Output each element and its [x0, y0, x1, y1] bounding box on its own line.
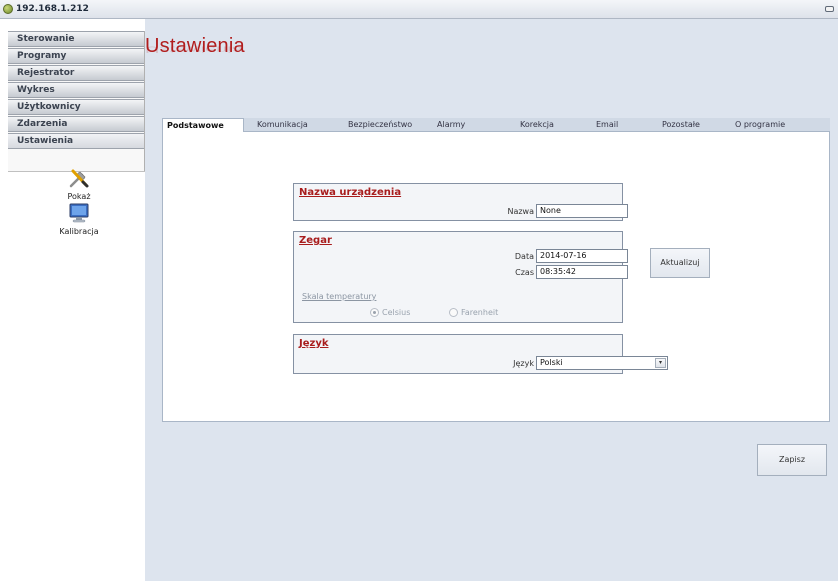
- main-content: Ustawienia Ustawienia Podstawowe Komunik…: [145, 19, 838, 581]
- sidebar-item-wykres[interactable]: Wykres: [8, 82, 144, 98]
- device-name-field[interactable]: None: [536, 204, 628, 218]
- tools-icon: [68, 167, 90, 189]
- sidebar-subitem-kalibracja[interactable]: Kalibracja: [39, 202, 119, 236]
- device-name-group: Nazwa urządzenia Nazwa None: [293, 183, 628, 221]
- sidebar-item-uzytkownicy[interactable]: Użytkownicy: [8, 99, 144, 115]
- title-bar: 192.168.1.212: [0, 0, 838, 19]
- device-name-legend: Nazwa urządzenia: [299, 187, 402, 198]
- tab-komunikacja[interactable]: Komunikacja: [257, 118, 308, 132]
- monitor-icon: [68, 202, 90, 224]
- temperature-scale-label: Skala temperatury: [302, 292, 377, 301]
- language-label: Język: [513, 359, 534, 368]
- clock-group: Zegar Data 2014-07-16 Czas 08:35:42 Aktu…: [293, 231, 710, 323]
- tab-pozostale[interactable]: Pozostałe: [662, 118, 700, 132]
- tab-alarmy[interactable]: Alarmy: [437, 118, 465, 132]
- sidebar-subitem-label: Pokaż: [67, 192, 91, 201]
- fahrenheit-label: Farenheit: [461, 308, 499, 317]
- date-label: Data: [514, 252, 534, 261]
- sidebar-subpanel: Pokaż Kalibracja: [8, 169, 145, 581]
- clock-legend: Zegar: [299, 235, 332, 246]
- fahrenheit-radio[interactable]: [449, 308, 458, 317]
- tab-podstawowe[interactable]: Podstawowe: [162, 118, 244, 133]
- sidebar-subitem-label: Kalibracja: [59, 227, 99, 236]
- time-label: Czas: [515, 268, 534, 277]
- device-name-label: Nazwa: [507, 207, 534, 216]
- date-field[interactable]: 2014-07-16: [536, 249, 628, 263]
- tab-panel-podstawowe: Nazwa urządzenia Nazwa None Zegar Data 2…: [162, 132, 830, 422]
- tab-bar: Podstawowe Komunikacja Bezpieczeństwo Al…: [162, 118, 830, 133]
- sidebar-item-programy[interactable]: Programy: [8, 48, 144, 64]
- time-field[interactable]: 08:35:42: [536, 265, 628, 279]
- language-select-value: Polski: [540, 358, 563, 367]
- tab-bezpieczenstwo[interactable]: Bezpieczeństwo: [348, 118, 412, 132]
- language-group: Język Język Polski ▾: [293, 334, 668, 374]
- sidebar-item-sterowanie[interactable]: Sterowanie: [8, 31, 144, 47]
- sidebar: Sterowanie Programy Rejestrator Wykres U…: [8, 31, 145, 581]
- celsius-label: Celsius: [382, 308, 411, 317]
- sidebar-item-zdarzenia[interactable]: Zdarzenia: [8, 116, 144, 132]
- sidebar-subitem-pokaz[interactable]: Pokaż: [39, 167, 119, 201]
- window-title: 192.168.1.212: [16, 4, 89, 14]
- language-select[interactable]: Polski ▾: [536, 356, 668, 370]
- sidebar-item-rejestrator[interactable]: Rejestrator: [8, 65, 144, 81]
- chevron-down-icon[interactable]: ▾: [655, 358, 666, 368]
- sidebar-item-ustawienia[interactable]: Ustawienia: [8, 133, 144, 149]
- tab-email[interactable]: Email: [596, 118, 618, 132]
- save-button[interactable]: Zapisz: [757, 444, 827, 476]
- tab-korekcja[interactable]: Korekcja: [520, 118, 554, 132]
- page-title-reflection: Ustawienia: [145, 44, 243, 54]
- tab-o-programie[interactable]: O programie: [735, 118, 785, 132]
- celsius-radio[interactable]: [370, 308, 379, 317]
- language-legend: Język: [299, 338, 329, 349]
- minimize-icon[interactable]: [825, 6, 834, 12]
- update-time-button[interactable]: Aktualizuj: [650, 248, 710, 278]
- app-icon: [3, 4, 13, 14]
